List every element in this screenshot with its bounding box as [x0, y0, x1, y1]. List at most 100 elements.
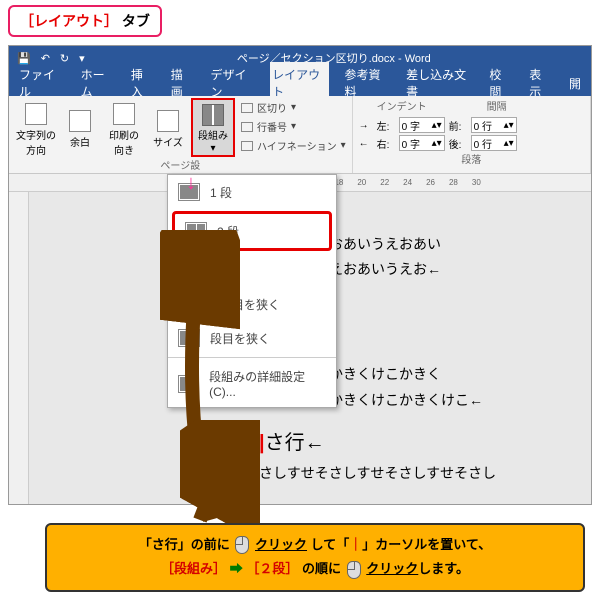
instr-click2: クリック [366, 561, 418, 576]
ribbon-tabs: ファイル ホーム 挿入 描画 デザイン レイアウト 参考資料 差し込み文書 校閲… [9, 70, 591, 96]
instruction-box: 「さ行」の前に クリック して「｜」カーソルを置いて、 ［段組み］ ➡ ［２段］… [45, 523, 585, 592]
hyphenation-button[interactable]: ハイフネーション ▾ [241, 138, 346, 153]
linenum-icon [241, 122, 253, 132]
ruler-tick: 20 [357, 178, 366, 187]
pink-down-arrow: ↓ [186, 172, 196, 195]
text-direction-icon [25, 103, 47, 125]
instr-bl2: ［ [246, 561, 259, 576]
columns-2-option[interactable]: 2 段 [172, 211, 332, 251]
size-label: サイズ [153, 134, 183, 149]
indent-left-value: 0 字 [402, 118, 420, 133]
instr-text: 「さ行」の前に [139, 537, 230, 552]
spacing-before-label: 前: [449, 118, 467, 133]
instr-cursor: ｜ [349, 537, 362, 552]
chevron-down-icon: ▾ [210, 143, 215, 154]
indent-right-label: 右: [377, 136, 395, 151]
columns-3-label: 3 段 [210, 262, 232, 279]
group-page-setup: 文字列の 方向 余白 印刷の 向き サイズ 段組み▾ 区切り ▾ 行番号 ▾ ハ… [9, 96, 353, 173]
columns-button[interactable]: 段組み▾ [191, 98, 235, 157]
hyphen-icon [241, 141, 253, 151]
mouse-icon [235, 536, 249, 554]
columns-3-option[interactable]: 3 段 [168, 253, 336, 287]
spacing-header: 間隔 [487, 98, 507, 113]
columns-left-option[interactable]: 1 段目を狭く [168, 287, 336, 321]
indent-left-input[interactable]: 0 字 ▴▾ [399, 117, 445, 133]
spinner-icon[interactable]: ▴▾ [504, 120, 514, 131]
spacing-after-value: 0 行 [474, 136, 492, 151]
indent-right-icon: ← [359, 138, 373, 149]
instr-text: して「 [311, 537, 350, 552]
columns-icon [202, 104, 224, 126]
ruler-tick: 22 [380, 178, 389, 187]
spinner-icon[interactable]: ▴▾ [504, 138, 514, 149]
columns-1-label: 1 段 [210, 184, 232, 201]
paragraph-group-label: 段落 [359, 151, 584, 167]
line-numbers-button[interactable]: 行番号 ▾ [241, 119, 346, 134]
margins-label: 余白 [70, 134, 90, 149]
breaks-icon [241, 103, 253, 113]
instr-br2: ］ [285, 561, 298, 576]
callout-layout-tab: ［レイアウト］ タブ [8, 5, 162, 37]
columns-left-label: 1 段目を狭く [210, 296, 280, 313]
callout-layout-word: レイアウト [34, 13, 104, 29]
narrow-right-icon [178, 329, 200, 347]
instr-br: ］ [213, 561, 226, 576]
spacing-after-label: 後: [449, 136, 467, 151]
three-column-icon [178, 261, 200, 279]
spacing-after-input[interactable]: 0 行 ▴▾ [471, 135, 517, 151]
narrow-left-icon [178, 295, 200, 313]
two-column-icon [185, 222, 207, 240]
group-paragraph: インデント 間隔 →左:0 字▴▾ 前:0 行▴▾ ←右:0 字▴▾ 後:0 行… [353, 96, 591, 173]
dropdown-separator [168, 357, 336, 358]
instruction-line-1: 「さ行」の前に クリック して「｜」カーソルを置いて、 [57, 533, 573, 558]
breaks-label: 区切り [257, 100, 287, 115]
margins-icon [69, 110, 91, 132]
columns-label: 段組み [198, 127, 228, 142]
ruler-tick: 28 [449, 178, 458, 187]
margins-button[interactable]: 余白 [59, 98, 101, 157]
instr-click: クリック [255, 537, 307, 552]
text-line: さしすせそさしすせそさしすせそさし [259, 461, 496, 486]
instr-arrow: ➡ [230, 561, 243, 576]
indent-left-label: 左: [377, 118, 395, 133]
spacing-before-value: 0 行 [474, 118, 492, 133]
instr-bl: ［ [161, 561, 174, 576]
text-direction-button[interactable]: 文字列の 方向 [15, 98, 57, 157]
instr-text: の順に [302, 561, 341, 576]
hyphen-label: ハイフネーション [257, 138, 337, 153]
size-button[interactable]: サイズ [147, 98, 189, 157]
ruler-tick: 26 [426, 178, 435, 187]
instr-text: 」カーソルを置いて、 [362, 537, 491, 552]
size-icon [157, 110, 179, 132]
spinner-icon[interactable]: ▴▾ [432, 138, 442, 149]
callout-tab-word: タブ [122, 13, 150, 29]
instr-two: ２段 [259, 561, 285, 576]
indent-left-icon: → [359, 120, 373, 131]
orientation-icon [113, 103, 135, 125]
heading-line: |さ行← [259, 425, 496, 461]
instr-cols: 段組み [174, 561, 213, 576]
indent-right-input[interactable]: 0 字▴▾ [399, 135, 445, 151]
columns-right-label: 段目を狭く [210, 330, 270, 347]
ribbon: 文字列の 方向 余白 印刷の 向き サイズ 段組み▾ 区切り ▾ 行番号 ▾ ハ… [9, 96, 591, 174]
orientation-label: 印刷の 向き [109, 127, 139, 157]
columns-more-option[interactable]: 段組みの詳細設定(C)... [168, 360, 336, 407]
tab-developer[interactable]: 開 [567, 71, 583, 96]
heading-text: さ行← [265, 432, 325, 454]
vertical-ruler[interactable] [9, 192, 29, 504]
spinner-icon[interactable]: ▴▾ [432, 120, 442, 131]
columns-2-label: 2 段 [217, 223, 239, 240]
columns-more-label: 段組みの詳細設定(C)... [209, 368, 326, 399]
spacing-before-input[interactable]: 0 行 ▴▾ [471, 117, 517, 133]
breaks-button[interactable]: 区切り ▾ [241, 100, 346, 115]
columns-right-option[interactable]: 段目を狭く [168, 321, 336, 355]
columns-more-icon [178, 375, 199, 393]
linenum-label: 行番号 [257, 119, 287, 134]
text-direction-label: 文字列の 方向 [16, 127, 56, 157]
orientation-button[interactable]: 印刷の 向き [103, 98, 145, 157]
ruler-tick: 24 [403, 178, 412, 187]
callout-bracket-r: ］ [104, 13, 118, 29]
instr-text: します。 [418, 561, 469, 576]
indent-header: インデント [377, 98, 427, 113]
columns-dropdown: 1 段 2 段 3 段 1 段目を狭く 段目を狭く 段組みの詳細設定(C)... [167, 174, 337, 408]
